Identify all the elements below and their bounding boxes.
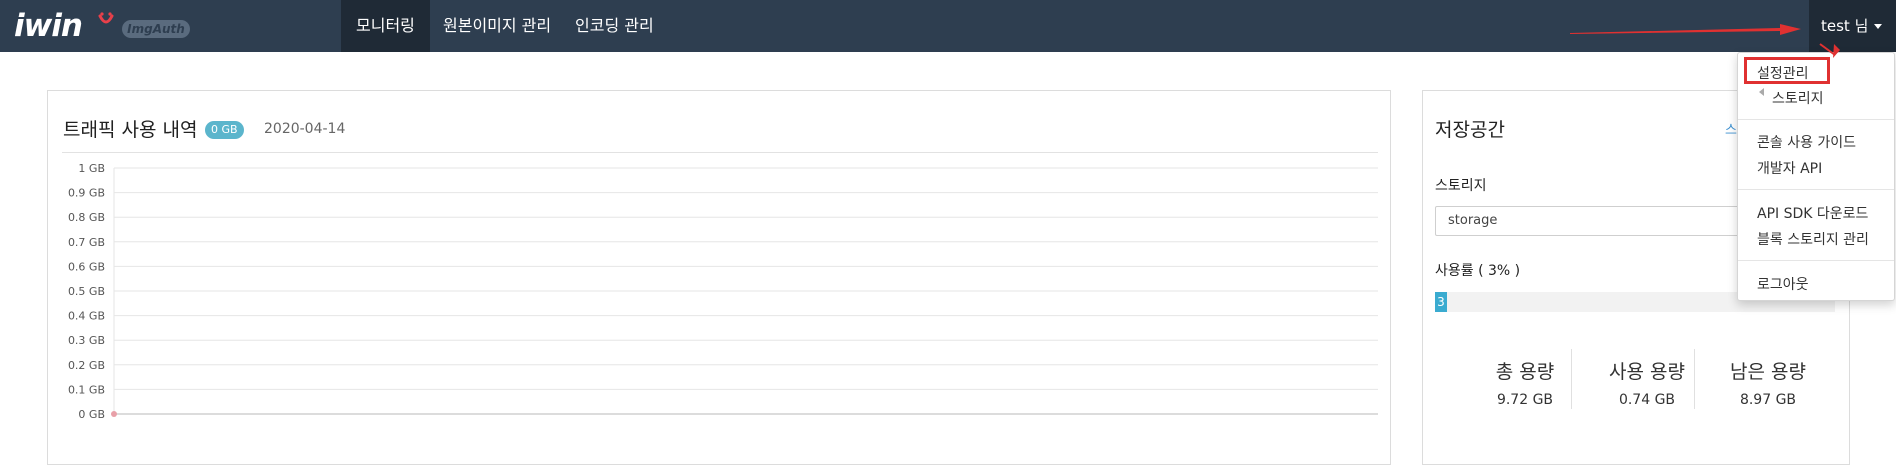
stat-total-label: 총 용량 — [1495, 361, 1555, 383]
storage-title: 저장공간 — [1435, 119, 1505, 141]
user-dropdown-menu: 설정관리 스토리지 콘솔 사용 가이드 개발자 API API SDK 다운로드… — [1737, 52, 1895, 301]
menu-item-settings[interactable]: 설정관리 — [1757, 63, 1809, 83]
stat-used-value: 0.74 GB — [1618, 392, 1676, 408]
menu-item-storage[interactable]: 스토리지 — [1772, 88, 1824, 108]
menu-divider — [1738, 189, 1894, 190]
logo-badge: ImgAuth — [122, 20, 190, 38]
menu-item-block-storage[interactable]: 블록 스토리지 관리 — [1757, 229, 1869, 249]
y-tick-label: 0.4 GB — [68, 310, 105, 323]
menu-item-sdk-download[interactable]: API SDK 다운로드 — [1757, 203, 1868, 223]
top-navbar: iwin ImgAuth 모니터링 원본이미지 관리 인코딩 관리 test 님 — [0, 0, 1896, 52]
y-tick-label: 0.2 GB — [68, 359, 105, 372]
stat-divider — [1571, 349, 1572, 409]
data-point — [111, 411, 117, 417]
menu-item-console-guide[interactable]: 콘솔 사용 가이드 — [1757, 132, 1856, 152]
stat-remaining-value: 8.97 GB — [1739, 392, 1797, 408]
stat-total: 총 용량 9.72 GB — [1465, 357, 1585, 408]
y-tick-label: 0.5 GB — [68, 285, 105, 298]
caret-down-icon — [1874, 24, 1883, 29]
traffic-chart: 1 GB 0.9 GB 0.8 GB 0.7 GB 0.6 GB 0.5 GB 0.4 GB… — [68, 162, 1378, 421]
stat-used: 사용 용량 0.74 GB — [1587, 357, 1707, 408]
stat-remaining: 남은 용량 8.97 GB — [1708, 357, 1828, 408]
stat-remaining-label: 남은 용량 — [1730, 361, 1806, 383]
y-tick-label: 1 GB — [78, 162, 105, 175]
y-tick-label: 0.7 GB — [68, 236, 105, 249]
user-menu-toggle[interactable]: test 님 — [1809, 0, 1896, 52]
smile-icon — [98, 12, 114, 24]
storage-link[interactable]: 스 — [1725, 119, 1737, 138]
logo-text: iwin — [14, 8, 83, 44]
menu-item-logout[interactable]: 로그아웃 — [1757, 274, 1809, 294]
menu-divider — [1738, 260, 1894, 261]
stat-divider — [1694, 349, 1695, 409]
stat-used-label: 사용 용량 — [1609, 361, 1685, 383]
usage-label: 사용률 ( 3% ) — [1435, 263, 1521, 279]
menu-divider — [1738, 119, 1894, 120]
y-tick-label: 0.1 GB — [68, 383, 105, 396]
tab-monitoring[interactable]: 모니터링 — [341, 0, 430, 52]
y-tick-label: 0.8 GB — [68, 211, 105, 224]
traffic-panel: 트래픽 사용 내역 0 GB 2020-04-14 1 GB 0.9 GB 0.8 … — [47, 90, 1391, 465]
y-tick-label: 0.3 GB — [68, 334, 105, 347]
stat-total-value: 9.72 GB — [1496, 392, 1554, 408]
storage-select-label: 스토리지 — [1435, 178, 1487, 194]
y-tick-label: 0.6 GB — [68, 260, 105, 273]
y-tick-label: 0 GB — [78, 408, 105, 421]
menu-item-developer-api[interactable]: 개발자 API — [1757, 158, 1822, 178]
caret-left-icon — [1759, 88, 1764, 96]
user-name-label: test 님 — [1821, 17, 1869, 35]
tab-encoding[interactable]: 인코딩 관리 — [560, 0, 669, 52]
tab-original-images[interactable]: 원본이미지 관리 — [428, 0, 566, 52]
y-tick-label: 0.9 GB — [68, 187, 105, 200]
usage-progress-fill: 3 — [1435, 292, 1447, 312]
